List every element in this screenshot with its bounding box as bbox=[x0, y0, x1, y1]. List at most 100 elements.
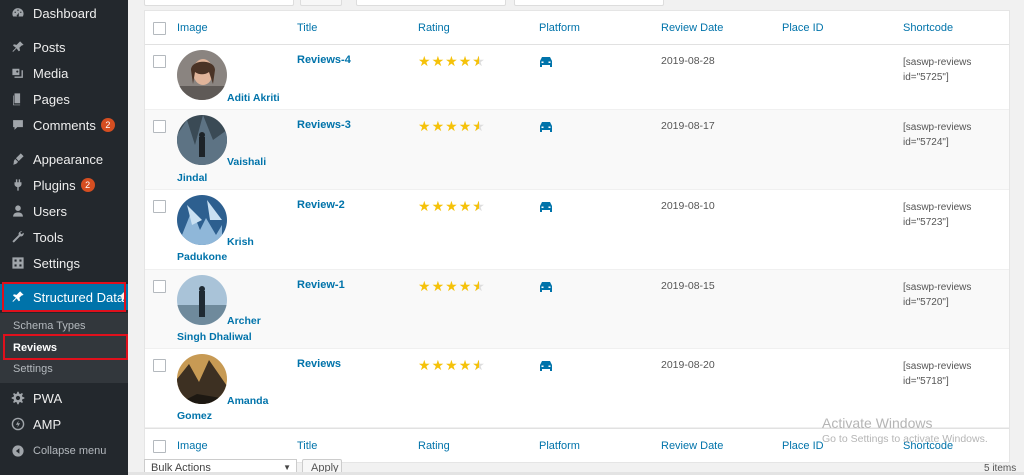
table-row: Krish Padukone Review-2 ★★★★★ 2019-08-10… bbox=[145, 190, 1009, 270]
column-header-platform[interactable]: Platform bbox=[539, 22, 580, 34]
review-date: 2019-08-28 bbox=[661, 55, 715, 67]
column-footer-review-date[interactable]: Review Date bbox=[661, 440, 723, 452]
sidebar-item-label: Posts bbox=[33, 39, 66, 55]
top-bulk-select[interactable] bbox=[144, 0, 294, 6]
row-checkbox[interactable] bbox=[153, 120, 166, 133]
review-title-link[interactable]: Reviews-4 bbox=[297, 54, 351, 66]
user-icon bbox=[11, 204, 25, 218]
sidebar-item-label: Tools bbox=[33, 229, 64, 245]
sidebar-item-tools[interactable]: Tools bbox=[0, 224, 128, 250]
reviewer-name-line2[interactable]: Singh Dhaliwal bbox=[177, 331, 252, 343]
sidebar-item-label: Plugins bbox=[33, 177, 76, 193]
top-category-filter[interactable] bbox=[514, 0, 664, 6]
select-all-checkbox-footer[interactable] bbox=[153, 440, 166, 453]
select-all-checkbox[interactable] bbox=[153, 22, 166, 35]
comment-icon bbox=[11, 118, 25, 132]
reviewer-avatar bbox=[177, 354, 227, 404]
review-date: 2019-08-15 bbox=[661, 280, 715, 292]
shortcode-text: [saswp-reviews id="5724"] bbox=[903, 122, 972, 148]
sidebar-item-settings[interactable]: Settings bbox=[0, 250, 128, 276]
column-header-rating[interactable]: Rating bbox=[418, 22, 450, 34]
gear-icon bbox=[11, 391, 25, 405]
sidebar-item-label: Comments bbox=[33, 117, 96, 133]
dashboard-icon bbox=[11, 6, 25, 20]
watermark-title: Activate Windows bbox=[822, 415, 933, 431]
submenu-item-schema-types[interactable]: Schema Types bbox=[13, 320, 86, 332]
sidebar-item-comments[interactable]: Comments 2 bbox=[0, 112, 128, 138]
column-footer-image[interactable]: Image bbox=[177, 440, 208, 452]
comments-count-badge: 2 bbox=[100, 118, 115, 132]
table-header: Image Title Rating Platform Review Date … bbox=[145, 11, 1009, 45]
reviewer-name[interactable]: Krish bbox=[227, 236, 254, 248]
sidebar-item-pwa[interactable]: PWA bbox=[0, 385, 128, 411]
review-date: 2019-08-20 bbox=[661, 359, 715, 371]
collapse-icon bbox=[11, 444, 25, 458]
windows-activation-watermark: Activate Windows Go to Settings to activ… bbox=[822, 415, 988, 445]
media-icon bbox=[11, 66, 25, 80]
sidebar-item-users[interactable]: Users bbox=[0, 198, 128, 224]
shortcode-text: [saswp-reviews id="5718"] bbox=[903, 361, 972, 387]
row-checkbox[interactable] bbox=[153, 359, 166, 372]
highlight-box-structured-data bbox=[2, 282, 126, 312]
table-row: Archer Singh Dhaliwal Review-1 ★★★★★ 201… bbox=[145, 270, 1009, 349]
sidebar-item-plugins[interactable]: Plugins 2 bbox=[0, 172, 128, 198]
review-title-link[interactable]: Review-1 bbox=[297, 279, 345, 291]
reviewer-name-line2[interactable]: Gomez bbox=[177, 410, 212, 422]
reviewer-name-line2[interactable]: Jindal bbox=[177, 172, 207, 184]
column-header-title[interactable]: Title bbox=[297, 22, 317, 34]
shortcode-text: [saswp-reviews id="5720"] bbox=[903, 282, 972, 308]
sidebar-item-label: Media bbox=[33, 65, 69, 81]
row-checkbox[interactable] bbox=[153, 280, 166, 293]
sidebar-item-pages[interactable]: Pages bbox=[0, 86, 128, 112]
sidebar-item-appearance[interactable]: Appearance bbox=[0, 146, 128, 172]
review-title-link[interactable]: Review-2 bbox=[297, 199, 345, 211]
review-title-link[interactable]: Reviews bbox=[297, 358, 341, 370]
sidebar-item-label: Dashboard bbox=[33, 5, 97, 21]
rating-stars: ★ ★ ★ ★ ★ bbox=[418, 358, 485, 372]
shortcode-text: [saswp-reviews id="5723"] bbox=[903, 202, 972, 228]
car-icon[interactable] bbox=[539, 121, 553, 133]
review-title-link[interactable]: Reviews-3 bbox=[297, 119, 351, 131]
bolt-icon bbox=[11, 417, 25, 431]
reviewer-avatar bbox=[177, 115, 227, 165]
top-date-filter[interactable] bbox=[356, 0, 506, 6]
submenu-item-settings[interactable]: Settings bbox=[13, 363, 53, 375]
top-apply-button[interactable] bbox=[300, 0, 342, 6]
settings-icon bbox=[11, 256, 25, 270]
sidebar-item-posts[interactable]: Posts bbox=[0, 34, 128, 60]
sidebar-item-label: Settings bbox=[33, 255, 80, 271]
plugins-count-badge: 2 bbox=[80, 178, 95, 192]
rating-stars: ★ ★ ★ ★ ★ bbox=[418, 199, 485, 213]
collapse-menu-button[interactable]: Collapse menu bbox=[0, 438, 128, 464]
car-icon[interactable] bbox=[539, 360, 553, 372]
car-icon[interactable] bbox=[539, 281, 553, 293]
row-checkbox[interactable] bbox=[153, 55, 166, 68]
row-checkbox[interactable] bbox=[153, 200, 166, 213]
wrench-icon bbox=[11, 230, 25, 244]
rating-stars: ★ ★ ★ ★ ★ bbox=[418, 54, 485, 68]
reviewer-name[interactable]: Vaishali bbox=[227, 156, 266, 168]
car-icon[interactable] bbox=[539, 201, 553, 213]
reviewer-name[interactable]: Amanda bbox=[227, 395, 268, 407]
column-footer-place-id[interactable]: Place ID bbox=[782, 440, 824, 452]
column-footer-platform[interactable]: Platform bbox=[539, 440, 580, 452]
review-date: 2019-08-17 bbox=[661, 120, 715, 132]
car-icon[interactable] bbox=[539, 56, 553, 68]
sidebar-item-amp[interactable]: AMP bbox=[0, 411, 128, 437]
sidebar-item-dashboard[interactable]: Dashboard bbox=[0, 0, 128, 26]
reviewer-name[interactable]: Archer bbox=[227, 315, 261, 327]
watermark-subtitle: Go to Settings to activate Windows. bbox=[822, 433, 988, 445]
reviews-table: Image Title Rating Platform Review Date … bbox=[144, 10, 1010, 463]
column-header-review-date[interactable]: Review Date bbox=[661, 22, 723, 34]
reviewer-name[interactable]: Aditi Akriti bbox=[227, 92, 280, 104]
reviewer-name-line2[interactable]: Padukone bbox=[177, 251, 227, 263]
column-footer-title[interactable]: Title bbox=[297, 440, 317, 452]
column-header-place-id[interactable]: Place ID bbox=[782, 22, 824, 34]
plug-icon bbox=[11, 178, 25, 192]
column-footer-rating[interactable]: Rating bbox=[418, 440, 450, 452]
column-header-image[interactable]: Image bbox=[177, 22, 208, 34]
rating-stars: ★ ★ ★ ★ ★ bbox=[418, 279, 485, 293]
sidebar-item-media[interactable]: Media bbox=[0, 60, 128, 86]
sidebar-item-label: Pages bbox=[33, 91, 70, 107]
column-header-shortcode[interactable]: Shortcode bbox=[903, 22, 953, 34]
